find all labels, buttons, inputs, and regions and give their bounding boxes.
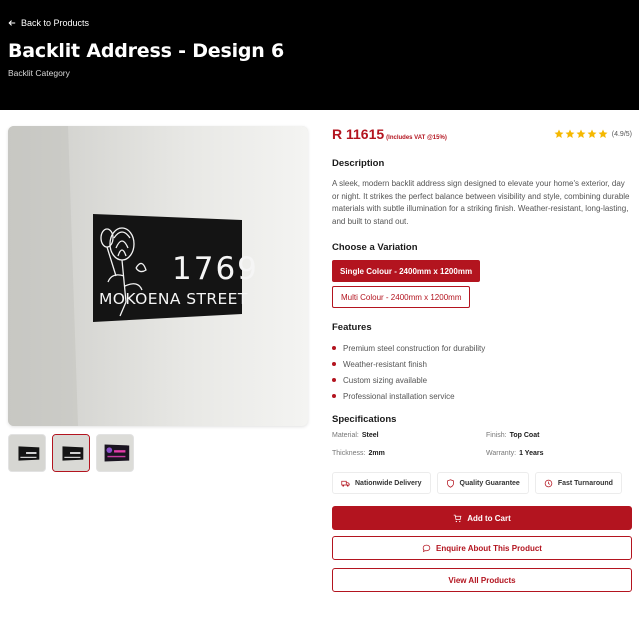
add-to-cart-label: Add to Cart: [467, 513, 511, 523]
thumbnail-2[interactable]: [52, 434, 90, 472]
vat-note: (Includes VAT @15%): [386, 135, 447, 141]
feature-text: Professional installation service: [343, 391, 455, 401]
badge-label: Fast Turnaround: [557, 479, 613, 487]
price-row: R 11615 (Includes VAT @15%) (4.9/5): [332, 126, 632, 144]
chat-icon: [422, 544, 431, 552]
variation-multi-colour-button[interactable]: Multi Colour - 2400mm x 1200mm: [332, 286, 471, 308]
badge-fast-turnaround: Fast Turnaround: [534, 472, 622, 494]
badge-label: Quality Guarantee: [459, 479, 520, 487]
arrow-left-icon: [8, 20, 16, 26]
enquire-label: Enquire About This Product: [436, 543, 542, 553]
enquire-button[interactable]: Enquire About This Product: [332, 536, 632, 560]
spec-label: Finish:: [486, 432, 507, 439]
spec-thickness: Thickness: 2mm: [332, 450, 385, 457]
spec-material: Material: Steel: [332, 432, 379, 439]
spec-finish: Finish: Top Coat: [486, 432, 539, 439]
variation-heading: Choose a Variation: [332, 242, 418, 253]
spec-warranty: Warranty: 1 Years: [486, 450, 543, 457]
page-header: Back to Products Backlit Address - Desig…: [0, 0, 639, 110]
list-item: Professional installation service: [332, 388, 485, 404]
spec-value: Steel: [361, 432, 379, 439]
star-icon: [576, 129, 586, 138]
category-label: Backlit Category: [8, 68, 70, 78]
spec-value: Top Coat: [509, 432, 540, 439]
features-list: Premium steel construction for durabilit…: [332, 340, 485, 404]
clock-icon: [544, 479, 553, 487]
price-value: R 11615: [332, 126, 385, 142]
badge-label: Nationwide Delivery: [355, 479, 422, 487]
feature-text: Premium steel construction for durabilit…: [343, 343, 486, 353]
feature-text: Custom sizing available: [343, 375, 428, 385]
list-item: Weather-resistant finish: [332, 356, 485, 372]
spec-label: Thickness:: [332, 450, 366, 457]
thumbnail-strip: [8, 434, 134, 472]
list-item: Premium steel construction for durabilit…: [332, 340, 485, 356]
bullet-icon: [332, 378, 336, 382]
description-heading: Description: [332, 158, 385, 169]
star-icon: [565, 129, 575, 138]
spec-label: Warranty:: [486, 450, 517, 457]
list-item: Custom sizing available: [332, 372, 485, 388]
variation-single-colour-button[interactable]: Single Colour - 2400mm x 1200mm: [332, 260, 481, 282]
star-icon: [587, 129, 597, 138]
service-badges: Nationwide Delivery Quality Guarantee Fa…: [332, 472, 622, 494]
star-icon: [598, 129, 608, 138]
badge-nationwide-delivery: Nationwide Delivery: [332, 472, 431, 494]
spec-value: 2mm: [368, 450, 385, 457]
bullet-icon: [332, 346, 336, 350]
add-to-cart-button[interactable]: Add to Cart: [332, 506, 632, 530]
product-main-image: 1769 MOKOENA STREET: [8, 126, 308, 426]
rating-text: (4.9/5): [611, 130, 632, 138]
thumbnail-3[interactable]: [96, 434, 134, 472]
specifications-heading: Specifications: [332, 414, 397, 425]
cart-icon: [453, 514, 462, 522]
back-to-products-link[interactable]: Back to Products: [8, 18, 89, 28]
spec-label: Material:: [332, 432, 359, 439]
truck-icon: [341, 480, 350, 487]
bullet-icon: [332, 362, 336, 366]
page-title: Backlit Address - Design 6: [8, 40, 285, 62]
rating: (4.9/5): [554, 129, 632, 139]
badge-quality-guarantee: Quality Guarantee: [436, 472, 529, 494]
sign-number: 1769: [172, 251, 259, 287]
feature-text: Weather-resistant finish: [343, 359, 427, 369]
spec-value: 1 Years: [519, 450, 544, 457]
view-all-label: View All Products: [448, 575, 516, 585]
price: R 11615 (Includes VAT @15%): [332, 126, 447, 142]
back-label: Back to Products: [21, 18, 90, 28]
sign-street: MOKOENA STREET: [99, 290, 248, 308]
star-icon: [554, 129, 564, 138]
features-heading: Features: [332, 322, 372, 333]
view-all-products-button[interactable]: View All Products: [332, 568, 632, 592]
shield-icon: [446, 478, 454, 488]
description-text: A sleek, modern backlit address sign des…: [332, 179, 630, 226]
thumbnail-1[interactable]: [8, 434, 46, 472]
bullet-icon: [332, 394, 336, 398]
